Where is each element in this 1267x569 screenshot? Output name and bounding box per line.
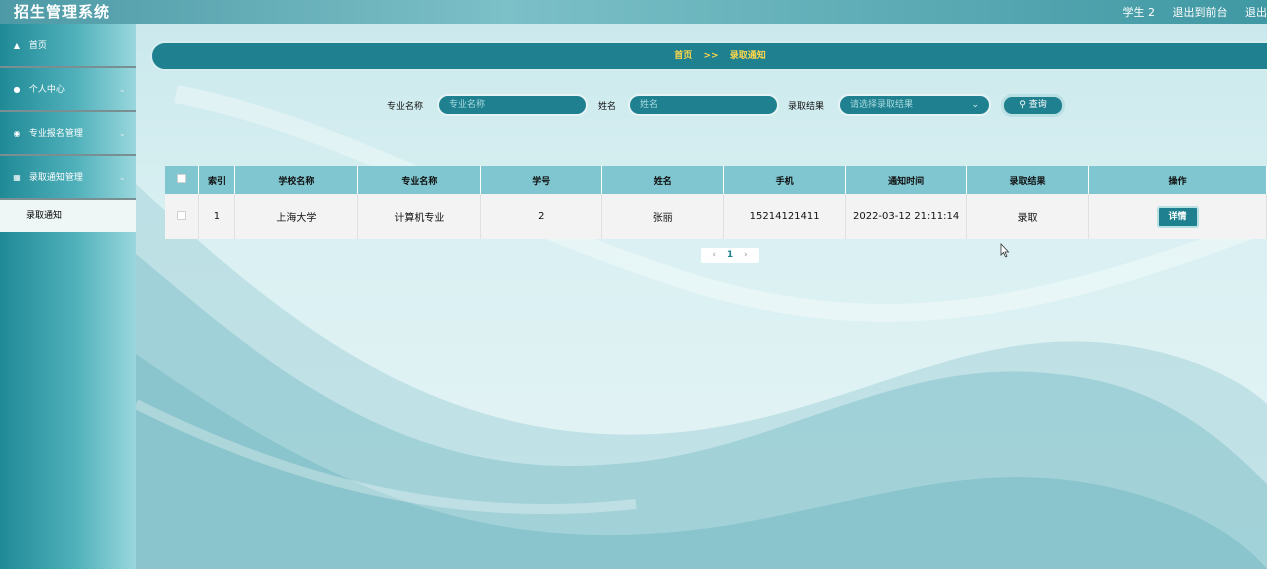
sidebar-item-admission-notice-mgmt[interactable]: ▦ 录取通知管理 ⌄ — [0, 156, 136, 200]
name-label: 姓名 — [598, 102, 617, 112]
cell-time: 2022-03-12 21:11:14 — [845, 194, 968, 239]
table-header-row: 索引 学校名称 专业名称 学号 姓名 手机 通知时间 录取结果 操作 — [165, 166, 1267, 194]
select-all-checkbox-cell — [165, 166, 200, 194]
table-row: 1 上海大学 计算机专业 2 张丽 15214121411 2022-03-12… — [165, 194, 1267, 239]
column-header: 操作 — [1088, 166, 1267, 194]
cell-major: 计算机专业 — [357, 194, 482, 239]
top-right-menu: 学生 2 退出到前台 退出 — [1123, 4, 1267, 20]
column-header: 专业名称 — [357, 166, 482, 194]
current-page[interactable]: 1 — [727, 250, 733, 260]
back-to-front-link[interactable]: 退出到前台 — [1173, 6, 1228, 19]
row-checkbox-cell — [165, 194, 200, 239]
current-user: 学生 2 — [1122, 6, 1156, 19]
chevron-down-icon: ⌄ — [118, 129, 126, 139]
sidebar-item-home[interactable]: ▲ 首页 — [0, 24, 136, 68]
select-all-checkbox[interactable] — [177, 174, 187, 183]
result-label: 录取结果 — [788, 102, 825, 112]
breadcrumb-home[interactable]: 首页 — [674, 51, 692, 61]
name-search-input[interactable]: 姓名 — [628, 94, 779, 116]
column-header: 姓名 — [601, 166, 725, 194]
cell-actions: 详情 — [1088, 194, 1267, 239]
major-search-input[interactable]: 专业名称 — [437, 94, 588, 116]
breadcrumb-separator: >> — [703, 51, 719, 61]
breadcrumb-current: 录取通知 — [729, 51, 766, 61]
major-label: 专业名称 — [387, 102, 424, 112]
mouse-cursor-icon — [1000, 243, 1010, 258]
prev-page-button[interactable]: ‹ — [712, 250, 716, 260]
column-header: 通知时间 — [845, 166, 968, 194]
cell-phone: 15214121411 — [723, 194, 847, 239]
sidebar-item-major-registration[interactable]: ◉ 专业报名管理 ⌄ — [0, 112, 136, 156]
cell-school: 上海大学 — [234, 194, 359, 239]
next-page-button[interactable]: › — [744, 250, 748, 260]
cell-student-id: 2 — [480, 194, 603, 239]
column-header: 学号 — [480, 166, 603, 194]
result-select[interactable]: 请选择录取结果 ⌄ — [838, 94, 991, 116]
sidebar-item-label: 录取通知管理 — [28, 173, 83, 183]
sidebar-item-label: 专业报名管理 — [28, 129, 83, 139]
home-icon: ▲ — [13, 41, 21, 50]
sidebar-subitem-admission-notice[interactable]: 录取通知 — [0, 200, 136, 232]
query-button-label: 查询 — [1028, 100, 1047, 110]
list-icon: ▦ — [13, 173, 21, 182]
search-form: 专业名称 专业名称 姓名 姓名 录取结果 请选择录取结果 ⌄ ⚲ 查询 — [0, 94, 1267, 117]
detail-button[interactable]: 详情 — [1156, 205, 1199, 228]
cell-name: 张丽 — [601, 194, 725, 239]
chevron-down-icon: ⌄ — [118, 173, 126, 183]
app-title: 招生管理系统 — [14, 3, 111, 21]
search-icon: ⚲ — [1019, 100, 1026, 110]
column-header: 学校名称 — [234, 166, 359, 194]
query-button[interactable]: ⚲ 查询 — [1001, 94, 1065, 117]
admission-notice-table: 索引 学校名称 专业名称 学号 姓名 手机 通知时间 录取结果 操作 1 上海大… — [165, 166, 1267, 239]
result-select-placeholder: 请选择录取结果 — [850, 100, 914, 110]
cell-result: 录取 — [966, 194, 1089, 239]
pagination: ‹ 1 › — [701, 248, 759, 263]
pin-icon: ◉ — [13, 129, 21, 138]
column-header: 手机 — [723, 166, 847, 194]
column-header: 索引 — [198, 166, 236, 194]
column-header: 录取结果 — [966, 166, 1089, 194]
breadcrumb: 首页 >> 录取通知 — [150, 41, 1267, 71]
row-checkbox[interactable] — [177, 210, 187, 220]
cell-index: 1 — [198, 194, 236, 239]
logout-link[interactable]: 退出 — [1245, 6, 1267, 19]
chevron-down-icon: ⌄ — [971, 100, 979, 110]
sidebar-item-label: 首页 — [28, 41, 47, 51]
top-bar: 招生管理系统 学生 2 退出到前台 退出 — [0, 0, 1267, 24]
